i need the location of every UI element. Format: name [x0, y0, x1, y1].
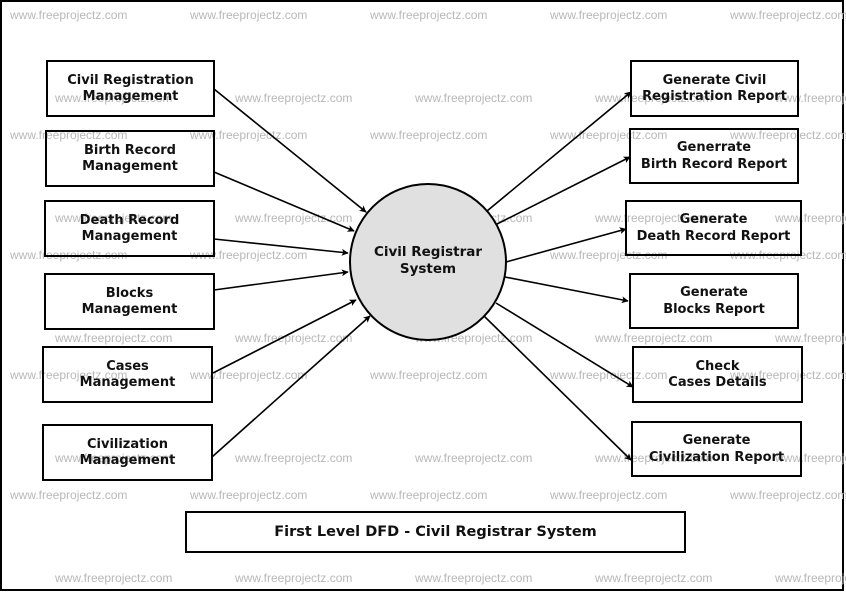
- entity-label-line1: Civil Registration: [67, 72, 194, 88]
- flow-arrow: [213, 171, 355, 232]
- entity-label-line1: Blocks: [105, 285, 154, 301]
- diagram-title-text: First Level DFD - Civil Registrar System: [274, 524, 597, 540]
- dfd-canvas: www.freeprojectz.com www.freeprojectz.com…: [0, 0, 846, 593]
- entity-label-line2: Management: [81, 229, 178, 244]
- entity-label-line1: Generate Civil: [662, 72, 767, 88]
- flow-arrow: [213, 269, 349, 291]
- entity-label-line2: Civilization Report: [648, 449, 785, 465]
- entity-label-line1: Generrate: [676, 140, 752, 155]
- flow-arrow: [213, 88, 367, 213]
- entity-generate-blocks-report: Generate Blocks Report: [629, 273, 799, 329]
- entity-label-line1: Cases: [106, 358, 149, 374]
- entity-label-line2: Management: [79, 375, 176, 390]
- entity-generate-civilization-report: Generate Civilization Report: [631, 421, 802, 477]
- flow-arrow: [504, 276, 629, 304]
- entity-label-line2: Management: [81, 302, 178, 317]
- entity-label-line2: Cases Details: [668, 375, 767, 390]
- flow-arrow: [483, 315, 632, 461]
- entity-label-line2: Blocks Report: [663, 301, 765, 317]
- entity-label-line2: Management: [82, 89, 179, 104]
- entity-check-cases-details: Check Cases Details: [632, 346, 803, 403]
- entity-cases-management: Cases Management: [42, 346, 213, 403]
- flow-arrow: [505, 227, 627, 263]
- entity-label-line2: Birth Record Report: [640, 156, 788, 172]
- process-label-line1: Civil Registrar: [373, 244, 483, 260]
- process-label: Civil Registrar System: [350, 244, 506, 278]
- entity-blocks-management: Blocks Management: [44, 273, 215, 330]
- entity-label-line1: Generate: [682, 433, 751, 448]
- entity-label-line1: Check: [695, 358, 740, 374]
- entity-civilization-management: Civilization Management: [42, 424, 213, 481]
- flow-arrow: [211, 315, 371, 458]
- entity-label-line1: Birth Record: [84, 142, 176, 158]
- diagram-title: First Level DFD - Civil Registrar System: [185, 511, 686, 553]
- entity-label-line1: Death Record: [79, 212, 180, 228]
- flow-arrow: [212, 299, 357, 374]
- flow-arrow: [213, 238, 349, 256]
- entity-label-line2: Registration Report: [642, 89, 787, 104]
- entity-generrate-birth-record-report: Generrate Birth Record Report: [629, 128, 799, 184]
- entity-label-line1: Civilization: [86, 436, 169, 452]
- flow-arrow: [495, 302, 634, 388]
- entity-generate-death-record-report: Generate Death Record Report: [625, 200, 802, 256]
- entity-label-line2: Management: [82, 159, 178, 174]
- entity-label-line1: Generate: [679, 212, 748, 227]
- entity-label-line2: Management: [79, 453, 176, 468]
- process-label-line2: System: [399, 261, 457, 277]
- entity-death-record-management: Death Record Management: [44, 200, 215, 257]
- entity-birth-record-management: Birth Record Management: [45, 130, 215, 187]
- entity-label-line2: Death Record Report: [636, 228, 791, 244]
- entity-generate-civil-registration-report: Generate Civil Registration Report: [630, 60, 799, 117]
- entity-civil-registration-management: Civil Registration Management: [46, 60, 215, 117]
- flow-arrow: [496, 156, 631, 225]
- entity-label-line1: Generate: [680, 285, 748, 300]
